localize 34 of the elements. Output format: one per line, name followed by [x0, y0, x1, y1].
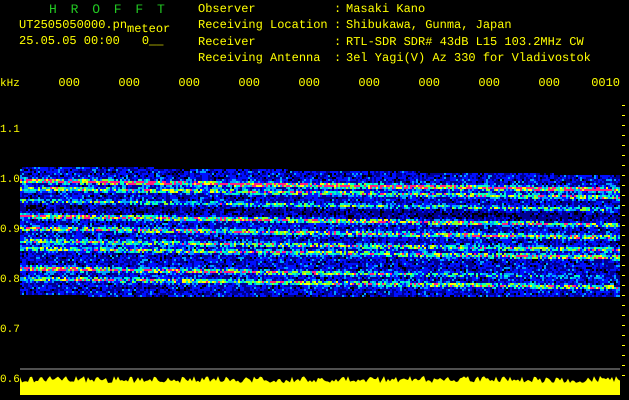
time-tick-label: 000: [57, 76, 80, 90]
station-value: 3el Yagi(V) Az 330 for Vladivostok: [346, 52, 591, 67]
time-tick-label: 000: [177, 76, 200, 90]
app-title: H R O F F T: [48, 3, 169, 16]
frequency-tick-label: 0.7: [0, 323, 20, 337]
frequency-tick-label: 1.0: [0, 173, 20, 187]
station-value: Shibukawa, Gunma, Japan: [346, 19, 513, 34]
timestamp: 25.05.05 00:00: [19, 34, 120, 48]
time-tick-label: 000: [417, 76, 440, 90]
frequency-tick-label: 0.9: [0, 223, 20, 237]
time-tick-label: 000: [117, 76, 140, 90]
separator: :: [334, 52, 342, 67]
frequency-tick-label: 1.1: [0, 123, 20, 137]
separator: :: [334, 3, 342, 18]
time-tick-label: 000: [477, 76, 500, 90]
separator: :: [334, 19, 342, 34]
frequency-tick-label: 0.8: [0, 273, 20, 287]
time-tick-label: 000: [297, 76, 320, 90]
station-label: Observer: [198, 3, 257, 18]
time-tick-label: 000: [357, 76, 380, 90]
axis-unit: kHz: [0, 78, 20, 90]
frequency-tick-label: 0.6: [0, 373, 20, 387]
station-label: Receiver: [198, 36, 257, 50]
separator: :: [334, 36, 342, 50]
station-label: Receiving Antenna: [198, 52, 322, 67]
time-tick-label: 000: [537, 76, 560, 90]
station-value: RTL-SDR SDR# 43dB L15 103.2MHz CW: [346, 36, 585, 50]
time-tick-label: 0010: [590, 76, 620, 90]
file-name: UT2505050000.pn: [19, 18, 128, 32]
station-value: Masaki Kano: [346, 3, 426, 18]
time-tick-label: 000: [237, 76, 260, 90]
mode-label: meteor: [127, 22, 170, 36]
count-label: 0__: [142, 34, 164, 48]
station-label: Receiving Location: [198, 19, 329, 34]
